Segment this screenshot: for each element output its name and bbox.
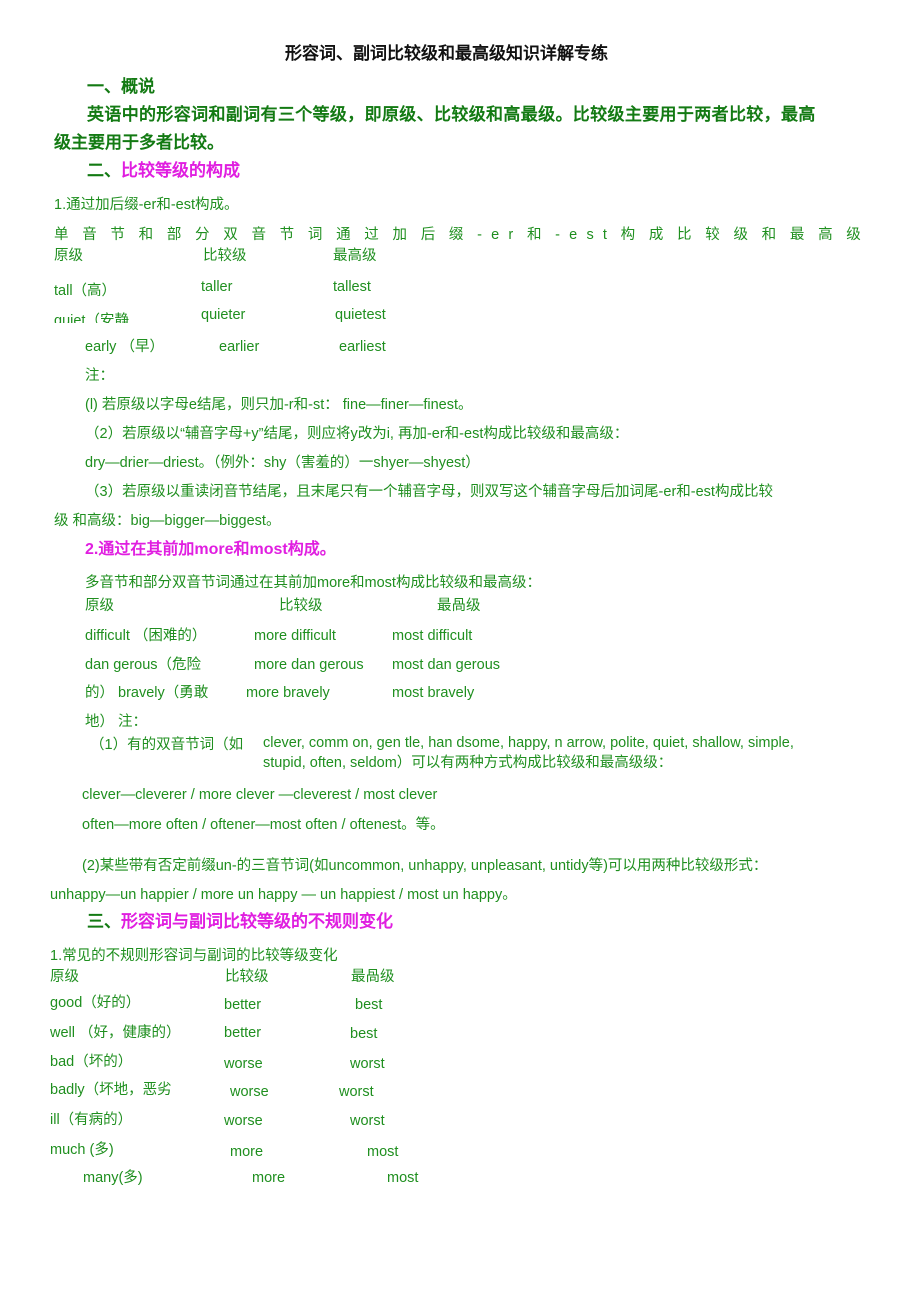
table-cell: earliest [339, 339, 386, 355]
table-cell: more [252, 1170, 286, 1186]
col-header: 最咼级 [351, 969, 395, 985]
table-cell: most difficult [392, 628, 473, 644]
col-header: 原级 [50, 969, 79, 985]
table-cell: taller [201, 279, 233, 295]
note-2-example: dry—drier—driest。（例外：shy（害羞的）一shyer—shye… [85, 455, 480, 471]
irregular-subheading: 1.常见的不规则形容词与副词的比较等级变化 [50, 948, 338, 964]
table-cell: good（好的） [50, 995, 141, 1011]
table-cell: worse [230, 1084, 269, 1100]
table-cell: ill（有病的） [50, 1112, 133, 1128]
table-cell: worse [224, 1113, 263, 1129]
table-cell: early （早） [85, 339, 164, 355]
table-cell: tallest [333, 279, 371, 295]
table-cell: well （好，健康的） [50, 1025, 181, 1041]
table-cell: worst [350, 1113, 385, 1129]
table-cell: worst [339, 1084, 374, 1100]
more-note-2: (2)某些带有否定前缀un-的三音节词(如uncommon, unhappy, … [82, 858, 768, 874]
table-cell: more dan gerous [254, 657, 364, 673]
table-cell: best [355, 997, 383, 1013]
spaced-line: 单音节和部分双音节词通过加后缀-er和-est构成比较级和最高级 [54, 227, 870, 243]
note-1: (l) 若原级以字母e结尾，则只加-r和-st： fine—finer—fine… [85, 397, 473, 413]
col-header: 原级 [85, 598, 114, 614]
more-note-1-words: clever, comm on, gen tle, han dsome, hap… [263, 735, 794, 751]
more-note-1-cont: stupid, often, seldom）可以有两种方式构成比较级和最高级级： [263, 755, 673, 771]
section-2-number: 二、 [87, 161, 121, 180]
subheading-more-most: 2.通过在其前加more和most构成。 [85, 541, 336, 558]
table-cell: most [387, 1170, 419, 1186]
table-cell: more [230, 1144, 264, 1160]
table-cell: worse [224, 1056, 263, 1072]
table-cell: more difficult [254, 628, 336, 644]
note-3-example: 级 和高级：big—bigger—biggest。 [54, 513, 281, 529]
table-cell: earlier [219, 339, 260, 355]
section-3-number: 三、 [87, 912, 121, 931]
table-cell: most dan gerous [392, 657, 501, 673]
col-header: 比较级 [279, 598, 323, 614]
section-3-heading: 三、形容词与副词比较等级的不规则变化 [87, 912, 393, 932]
note-2: （2）若原级以“辅音字母+y”结尾，则应将y改为i, 再加-er和-est构成比… [85, 426, 629, 442]
table-cell: most [367, 1144, 399, 1160]
more-most-intro: 多音节和部分双音节词通过在其前加more和most构成比较级和最高级： [85, 575, 541, 591]
table-cell: quieter [201, 307, 246, 323]
col-header: 比较级 [203, 248, 247, 264]
table-cell: quietest [335, 307, 386, 323]
table-cell: dan gerous（危险 [85, 657, 202, 673]
document-title: 形容词、副词比较级和最高级知识详解专练 [285, 44, 608, 63]
section-2-title: 比较等级的构成 [121, 161, 240, 180]
table-cell: best [350, 1026, 378, 1042]
col-header: 最高级 [333, 248, 377, 264]
more-note-1: （1）有的双音节词（如 [90, 737, 244, 753]
table-cell: 的） bravely（勇敢 [85, 685, 209, 701]
table-cell: more bravely [246, 685, 330, 701]
col-header: 原级 [54, 248, 83, 264]
col-header: 比较级 [225, 969, 269, 985]
table-cell: better [224, 1025, 262, 1041]
table-cell: much (多) [50, 1142, 114, 1158]
example-clever: clever—cleverer / more clever —cleverest… [82, 787, 438, 803]
table-cell: better [224, 997, 262, 1013]
note-label: 地） 注： [85, 714, 148, 730]
subheading-er-est: 1.通过加后缀-er和-est构成。 [54, 197, 239, 213]
col-header: 最咼级 [437, 598, 481, 614]
section-2-heading: 二、比较等级的构成 [87, 161, 240, 181]
table-cell: bad（坏的） [50, 1054, 133, 1070]
table-cell: tall（高） [54, 283, 117, 299]
table-cell: many(多) [83, 1170, 143, 1186]
note-3: （3）若原级以重读闭音节结尾，且末尾只有一个辅音字母，则双写这个辅音字母后加词尾… [85, 484, 773, 500]
example-unhappy: unhappy—un happier / more un happy — un … [50, 887, 517, 903]
section-1-heading: 一、概说 [87, 77, 155, 96]
table-cell: most bravely [392, 685, 475, 701]
overview-line-1: 英语中的形容词和副词有三个等级，即原级、比较级和高最级。比较级主要用于两者比较，… [87, 105, 816, 124]
table-cell: worst [350, 1056, 385, 1072]
table-cell: quiet（安静 [54, 313, 129, 323]
overview-line-2: 级主要用于多者比较。 [54, 133, 224, 152]
document-page: 形容词、副词比较级和最高级知识详解专练 一、概说 英语中的形容词和副词有三个等级… [0, 0, 920, 1302]
table-cell: badly（坏地，恶劣 [50, 1082, 172, 1098]
section-3-title: 形容词与副词比较等级的不规则变化 [121, 912, 393, 931]
example-often: often—more often / oftener—most often / … [82, 817, 445, 833]
table-cell: difficult （困难的） [85, 628, 207, 644]
note-label: 注： [85, 368, 114, 384]
